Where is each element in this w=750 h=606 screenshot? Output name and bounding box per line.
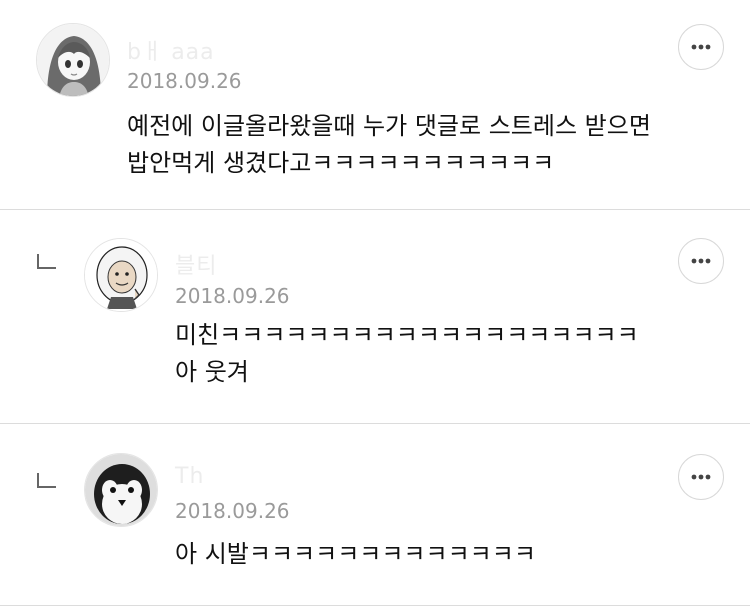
comment-line: 밥안먹게 생겼다고ㅋㅋㅋㅋㅋㅋㅋㅋㅋㅋㅋ bbox=[127, 149, 555, 177]
comment-text: 예전에 이글올라왔을때 누가 댓글로 스트레스 받으면 밥안먹게 생겼다고ㅋㅋㅋ… bbox=[127, 108, 651, 182]
avatar[interactable] bbox=[36, 23, 110, 97]
avatar[interactable] bbox=[84, 238, 158, 312]
more-options-button[interactable] bbox=[678, 454, 724, 500]
reply-arrow-icon bbox=[37, 254, 56, 269]
more-options-button[interactable] bbox=[678, 24, 724, 70]
comment-text: 미친ㅋㅋㅋㅋㅋㅋㅋㅋㅋㅋㅋㅋㅋㅋㅋㅋㅋㅋㅋ 아 웃겨 bbox=[175, 317, 639, 391]
reply-comment-item: Th 2018.09.26 아 시발ㅋㅋㅋㅋㅋㅋㅋㅋㅋㅋㅋㅋㅋ bbox=[0, 424, 750, 606]
penguin-avatar-icon bbox=[85, 454, 157, 526]
more-options-icon bbox=[691, 258, 711, 264]
cartoon-character-avatar-icon bbox=[85, 239, 157, 311]
comment-item: bㅐ aaa 2018.09.26 예전에 이글올라왔을때 누가 댓글로 스트레… bbox=[0, 0, 750, 210]
username[interactable]: bㅐ aaa bbox=[127, 34, 215, 66]
more-options-button[interactable] bbox=[678, 238, 724, 284]
avatar[interactable] bbox=[84, 453, 158, 527]
comment-date: 2018.09.26 bbox=[175, 284, 290, 308]
more-options-icon bbox=[691, 44, 711, 50]
comment-text: 아 시발ㅋㅋㅋㅋㅋㅋㅋㅋㅋㅋㅋㅋㅋ bbox=[175, 536, 536, 573]
comment-line: 아 웃겨 bbox=[175, 358, 249, 386]
comment-date: 2018.09.26 bbox=[127, 69, 242, 93]
comment-line: 아 시발ㅋㅋㅋㅋㅋㅋㅋㅋㅋㅋㅋㅋㅋ bbox=[175, 540, 536, 568]
reply-comment-item: 블티 2018.09.26 미친ㅋㅋㅋㅋㅋㅋㅋㅋㅋㅋㅋㅋㅋㅋㅋㅋㅋㅋㅋ 아 웃겨 bbox=[0, 210, 750, 424]
comment-date: 2018.09.26 bbox=[175, 499, 290, 523]
anime-girl-avatar-icon bbox=[37, 24, 109, 96]
username[interactable]: 블티 bbox=[175, 248, 217, 280]
comment-line: 미친ㅋㅋㅋㅋㅋㅋㅋㅋㅋㅋㅋㅋㅋㅋㅋㅋㅋㅋㅋ bbox=[175, 321, 639, 349]
reply-arrow-icon bbox=[37, 473, 56, 488]
more-options-icon bbox=[691, 474, 711, 480]
username[interactable]: Th bbox=[175, 464, 204, 489]
comment-line: 예전에 이글올라왔을때 누가 댓글로 스트레스 받으면 bbox=[127, 112, 651, 140]
